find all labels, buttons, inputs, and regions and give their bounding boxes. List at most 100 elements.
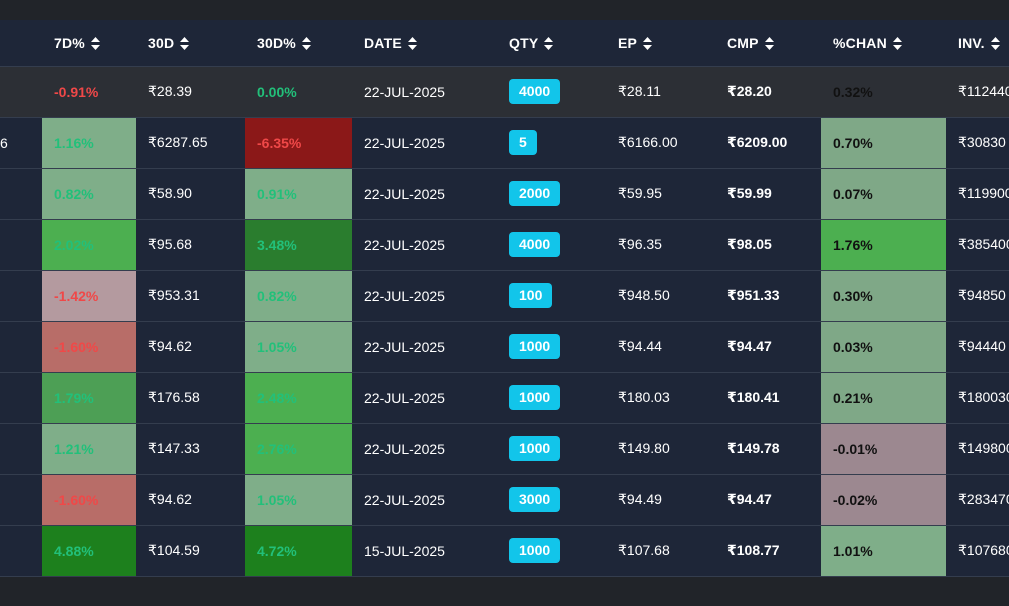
cell-investment: ₹112440 (946, 66, 1009, 118)
cell-30d-pct: -6.35% (245, 117, 352, 169)
sort-icon[interactable] (764, 36, 774, 50)
cell-7d-pct: 0.82% (42, 168, 136, 220)
column-header-label: INV. (958, 34, 985, 51)
cell-qty: 5 (497, 117, 606, 169)
cell-current-price: ₹951.33 (715, 270, 821, 322)
cell-pct-change: 0.03% (821, 321, 946, 373)
cell-entry-price: ₹180.03 (606, 372, 715, 424)
column-header-30d[interactable]: 30D (136, 20, 245, 67)
row-leading-cell (0, 168, 42, 220)
cell-date: 22-JUL-2025 (352, 321, 497, 373)
cell-30d-price: ₹953.31 (136, 270, 245, 322)
table-row[interactable]: 4.88% ₹104.59 4.72% 15-JUL-2025 1000 ₹107.68 ₹… (0, 525, 1009, 577)
cell-7d-pct: 1.79% (42, 372, 136, 424)
sort-icon[interactable] (407, 36, 417, 50)
cell-30d-price: ₹147.33 (136, 423, 245, 475)
cell-30d-pct: 0.91% (245, 168, 352, 220)
cell-current-price: ₹180.41 (715, 372, 821, 424)
row-leading-cell (0, 423, 42, 475)
holdings-table-container[interactable]: 7D% 30D 30D% DATE QTY EP CMP %CHAN INV. -0.91% ₹2… (0, 20, 1009, 577)
cell-date: 15-JUL-2025 (352, 525, 497, 577)
cell-pct-change: 0.32% (821, 66, 946, 118)
qty-badge: 1000 (509, 385, 561, 410)
sort-icon[interactable] (180, 36, 190, 50)
column-header-label: %CHAN (833, 34, 887, 51)
table-row[interactable]: 0.82% ₹58.90 0.91% 22-JUL-2025 2000 ₹59.95 ₹59… (0, 168, 1009, 220)
cell-current-price: ₹94.47 (715, 474, 821, 526)
column-header-inv[interactable]: INV. (946, 20, 1009, 67)
cell-qty: 100 (497, 270, 606, 322)
cell-7d-pct: -0.91% (42, 66, 136, 118)
row-leading-cell: 6 (0, 117, 42, 169)
column-header-pct-change[interactable]: %CHAN (821, 20, 946, 67)
column-header-label: 7D% (54, 34, 85, 51)
cell-investment: ₹283470 (946, 474, 1009, 526)
column-header-label: DATE (364, 34, 402, 51)
cell-current-price: ₹94.47 (715, 321, 821, 373)
qty-badge: 1000 (509, 334, 561, 359)
cell-pct-change: 0.70% (821, 117, 946, 169)
table-header-row: 7D% 30D 30D% DATE QTY EP CMP %CHAN INV. (0, 20, 1009, 67)
column-header-30d-pct[interactable]: 30D% (245, 20, 352, 67)
sort-icon[interactable] (90, 36, 100, 50)
cell-investment: ₹119900 (946, 168, 1009, 220)
sort-icon[interactable] (544, 36, 554, 50)
cell-entry-price: ₹94.44 (606, 321, 715, 373)
cell-30d-price: ₹95.68 (136, 219, 245, 271)
row-leading-cell (0, 474, 42, 526)
column-header-qty[interactable]: QTY (497, 20, 606, 67)
cell-current-price: ₹59.99 (715, 168, 821, 220)
sort-icon[interactable] (892, 36, 902, 50)
table-row[interactable]: -1.60% ₹94.62 1.05% 22-JUL-2025 3000 ₹94.49 ₹9… (0, 474, 1009, 526)
row-leading-cell (0, 321, 42, 373)
sort-icon[interactable] (301, 36, 311, 50)
qty-badge: 4000 (509, 232, 561, 257)
column-header-label: QTY (509, 34, 539, 51)
cell-date: 22-JUL-2025 (352, 117, 497, 169)
holdings-table: 7D% 30D 30D% DATE QTY EP CMP %CHAN INV. -0.91% ₹2… (0, 20, 1009, 577)
cell-investment: ₹107680 (946, 525, 1009, 577)
column-header-ep[interactable]: EP (606, 20, 715, 67)
row-leading-cell (0, 372, 42, 424)
table-row[interactable]: 6 1.16% ₹6287.65 -6.35% 22-JUL-2025 5 ₹6166.00… (0, 117, 1009, 169)
table-row[interactable]: -1.60% ₹94.62 1.05% 22-JUL-2025 1000 ₹94.44 ₹9… (0, 321, 1009, 373)
cell-30d-price: ₹176.58 (136, 372, 245, 424)
top-bar (0, 0, 1009, 20)
table-row[interactable]: 1.79% ₹176.58 2.48% 22-JUL-2025 1000 ₹180.03 ₹… (0, 372, 1009, 424)
sort-icon[interactable] (990, 36, 1000, 50)
column-header-cmp[interactable]: CMP (715, 20, 821, 67)
cell-current-price: ₹6209.00 (715, 117, 821, 169)
cell-7d-pct: 1.21% (42, 423, 136, 475)
table-row[interactable]: 2.02% ₹95.68 3.48% 22-JUL-2025 4000 ₹96.35 ₹98… (0, 219, 1009, 271)
bottom-bar (0, 577, 1009, 606)
qty-badge: 1000 (509, 436, 561, 461)
column-header-label: CMP (727, 34, 759, 51)
cell-date: 22-JUL-2025 (352, 270, 497, 322)
cell-qty: 4000 (497, 66, 606, 118)
cell-qty: 3000 (497, 474, 606, 526)
cell-qty: 4000 (497, 219, 606, 271)
cell-entry-price: ₹28.11 (606, 66, 715, 118)
column-header-date[interactable]: DATE (352, 20, 497, 67)
column-header-label: 30D% (257, 34, 296, 51)
column-header-left (0, 20, 42, 67)
cell-qty: 1000 (497, 372, 606, 424)
column-header-label: EP (618, 34, 638, 51)
row-leading-cell (0, 66, 42, 118)
column-header-7d-pct[interactable]: 7D% (42, 20, 136, 67)
table-row[interactable]: 1.21% ₹147.33 2.76% 22-JUL-2025 1000 ₹149.80 ₹… (0, 423, 1009, 475)
sort-icon[interactable] (643, 36, 653, 50)
cell-qty: 1000 (497, 321, 606, 373)
table-row[interactable]: -0.91% ₹28.39 0.00% 22-JUL-2025 4000 ₹28.11 ₹2… (0, 66, 1009, 118)
table-row[interactable]: -1.42% ₹953.31 0.82% 22-JUL-2025 100 ₹948.50 ₹… (0, 270, 1009, 322)
row-leading-cell (0, 525, 42, 577)
cell-30d-price: ₹28.39 (136, 66, 245, 118)
cell-date: 22-JUL-2025 (352, 219, 497, 271)
cell-7d-pct: 4.88% (42, 525, 136, 577)
cell-30d-pct: 1.05% (245, 321, 352, 373)
cell-pct-change: 1.76% (821, 219, 946, 271)
cell-7d-pct: -1.42% (42, 270, 136, 322)
cell-qty: 1000 (497, 423, 606, 475)
row-leading-cell (0, 270, 42, 322)
cell-pct-change: -0.01% (821, 423, 946, 475)
